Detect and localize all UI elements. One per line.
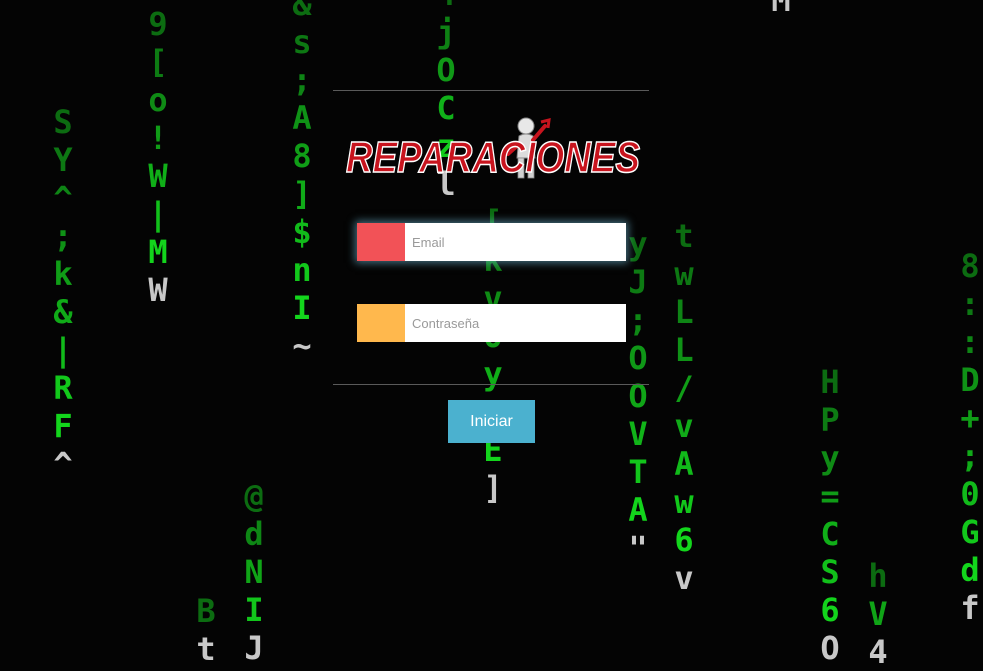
matrix-char: M bbox=[148, 233, 168, 271]
reparaciones-logo: REPARACIONES bbox=[345, 117, 641, 182]
matrix-char: A bbox=[292, 99, 312, 137]
matrix-char: ] bbox=[292, 175, 312, 213]
matrix-char: D bbox=[960, 361, 980, 399]
email-field bbox=[357, 223, 626, 261]
password-field bbox=[357, 304, 626, 342]
matrix-char: 8 bbox=[960, 247, 980, 285]
matrix-char: O bbox=[820, 629, 840, 667]
matrix-char: V bbox=[868, 595, 888, 633]
matrix-char: j bbox=[436, 13, 456, 51]
matrix-char: ^ bbox=[53, 445, 73, 483]
login-panel: REPARACIONES Iniciar bbox=[333, 90, 649, 450]
password-accent-swatch bbox=[357, 304, 405, 342]
matrix-char: t bbox=[196, 630, 216, 668]
matrix-char: L bbox=[674, 293, 694, 331]
matrix-char: o bbox=[148, 81, 168, 119]
email-input[interactable] bbox=[405, 223, 626, 261]
matrix-char: 9 bbox=[148, 5, 168, 43]
matrix-char: R bbox=[53, 369, 73, 407]
matrix-char: G bbox=[960, 513, 980, 551]
matrix-char: ! bbox=[148, 119, 168, 157]
matrix-char: B bbox=[196, 592, 216, 630]
matrix-char: k bbox=[53, 255, 73, 293]
matrix-char: " bbox=[628, 529, 648, 567]
matrix-char: O bbox=[436, 51, 456, 89]
matrix-char: 4 bbox=[428, 0, 464, 10]
matrix-char: ^ bbox=[53, 179, 73, 217]
matrix-char: v bbox=[674, 407, 694, 445]
matrix-char: W bbox=[148, 157, 168, 195]
password-input[interactable] bbox=[405, 304, 626, 342]
matrix-char: A bbox=[628, 491, 648, 529]
matrix-char: N bbox=[244, 553, 264, 591]
matrix-char: : bbox=[960, 285, 980, 323]
matrix-char: A bbox=[674, 445, 694, 483]
bottom-divider bbox=[333, 384, 649, 385]
matrix-char: w bbox=[674, 255, 694, 293]
matrix-char: S bbox=[820, 553, 840, 591]
matrix-char: C bbox=[820, 515, 840, 553]
matrix-char: ; bbox=[292, 61, 312, 99]
matrix-char: ] bbox=[483, 469, 503, 507]
matrix-char: & bbox=[292, 0, 312, 23]
matrix-char: 8 bbox=[292, 137, 312, 175]
matrix-char: | bbox=[53, 331, 73, 369]
matrix-char: @ bbox=[244, 477, 264, 515]
matrix-char: W bbox=[148, 271, 168, 309]
matrix-char: Y bbox=[53, 141, 73, 179]
matrix-char: ; bbox=[53, 217, 73, 255]
matrix-char: : bbox=[960, 323, 980, 361]
matrix-char: ; bbox=[960, 437, 980, 475]
matrix-char: I bbox=[292, 289, 312, 327]
matrix-char: / bbox=[674, 369, 694, 407]
matrix-char: y bbox=[820, 439, 840, 477]
matrix-char: d bbox=[960, 551, 980, 589]
matrix-char: ~ bbox=[292, 327, 312, 365]
matrix-char: I bbox=[244, 591, 264, 629]
top-divider bbox=[333, 90, 649, 91]
email-accent-swatch bbox=[357, 223, 405, 261]
matrix-char: h bbox=[868, 557, 888, 595]
matrix-char: 4 bbox=[868, 633, 888, 671]
matrix-char: 6 bbox=[674, 521, 694, 559]
matrix-char: f bbox=[960, 589, 980, 627]
matrix-char: + bbox=[960, 399, 980, 437]
matrix-char: | bbox=[148, 195, 168, 233]
matrix-char: n bbox=[292, 251, 312, 289]
logo-text: REPARACIONES bbox=[346, 133, 640, 182]
matrix-char: d bbox=[244, 515, 264, 553]
matrix-char: = bbox=[820, 477, 840, 515]
matrix-char: s bbox=[292, 23, 312, 61]
matrix-char: J bbox=[244, 629, 264, 667]
matrix-char: P bbox=[820, 401, 840, 439]
matrix-char: H bbox=[820, 363, 840, 401]
matrix-char: M bbox=[771, 0, 791, 19]
matrix-char: L bbox=[674, 331, 694, 369]
matrix-char: & bbox=[53, 293, 73, 331]
matrix-char: 0 bbox=[960, 475, 980, 513]
matrix-char: $ bbox=[292, 213, 312, 251]
matrix-char: [ bbox=[148, 43, 168, 81]
login-button[interactable]: Iniciar bbox=[448, 400, 535, 443]
matrix-char: t bbox=[674, 217, 694, 255]
matrix-char: 6 bbox=[820, 591, 840, 629]
matrix-char: F bbox=[53, 407, 73, 445]
matrix-char: w bbox=[674, 483, 694, 521]
matrix-char: S bbox=[53, 103, 73, 141]
matrix-char: T bbox=[628, 453, 648, 491]
matrix-char: v bbox=[674, 559, 694, 597]
